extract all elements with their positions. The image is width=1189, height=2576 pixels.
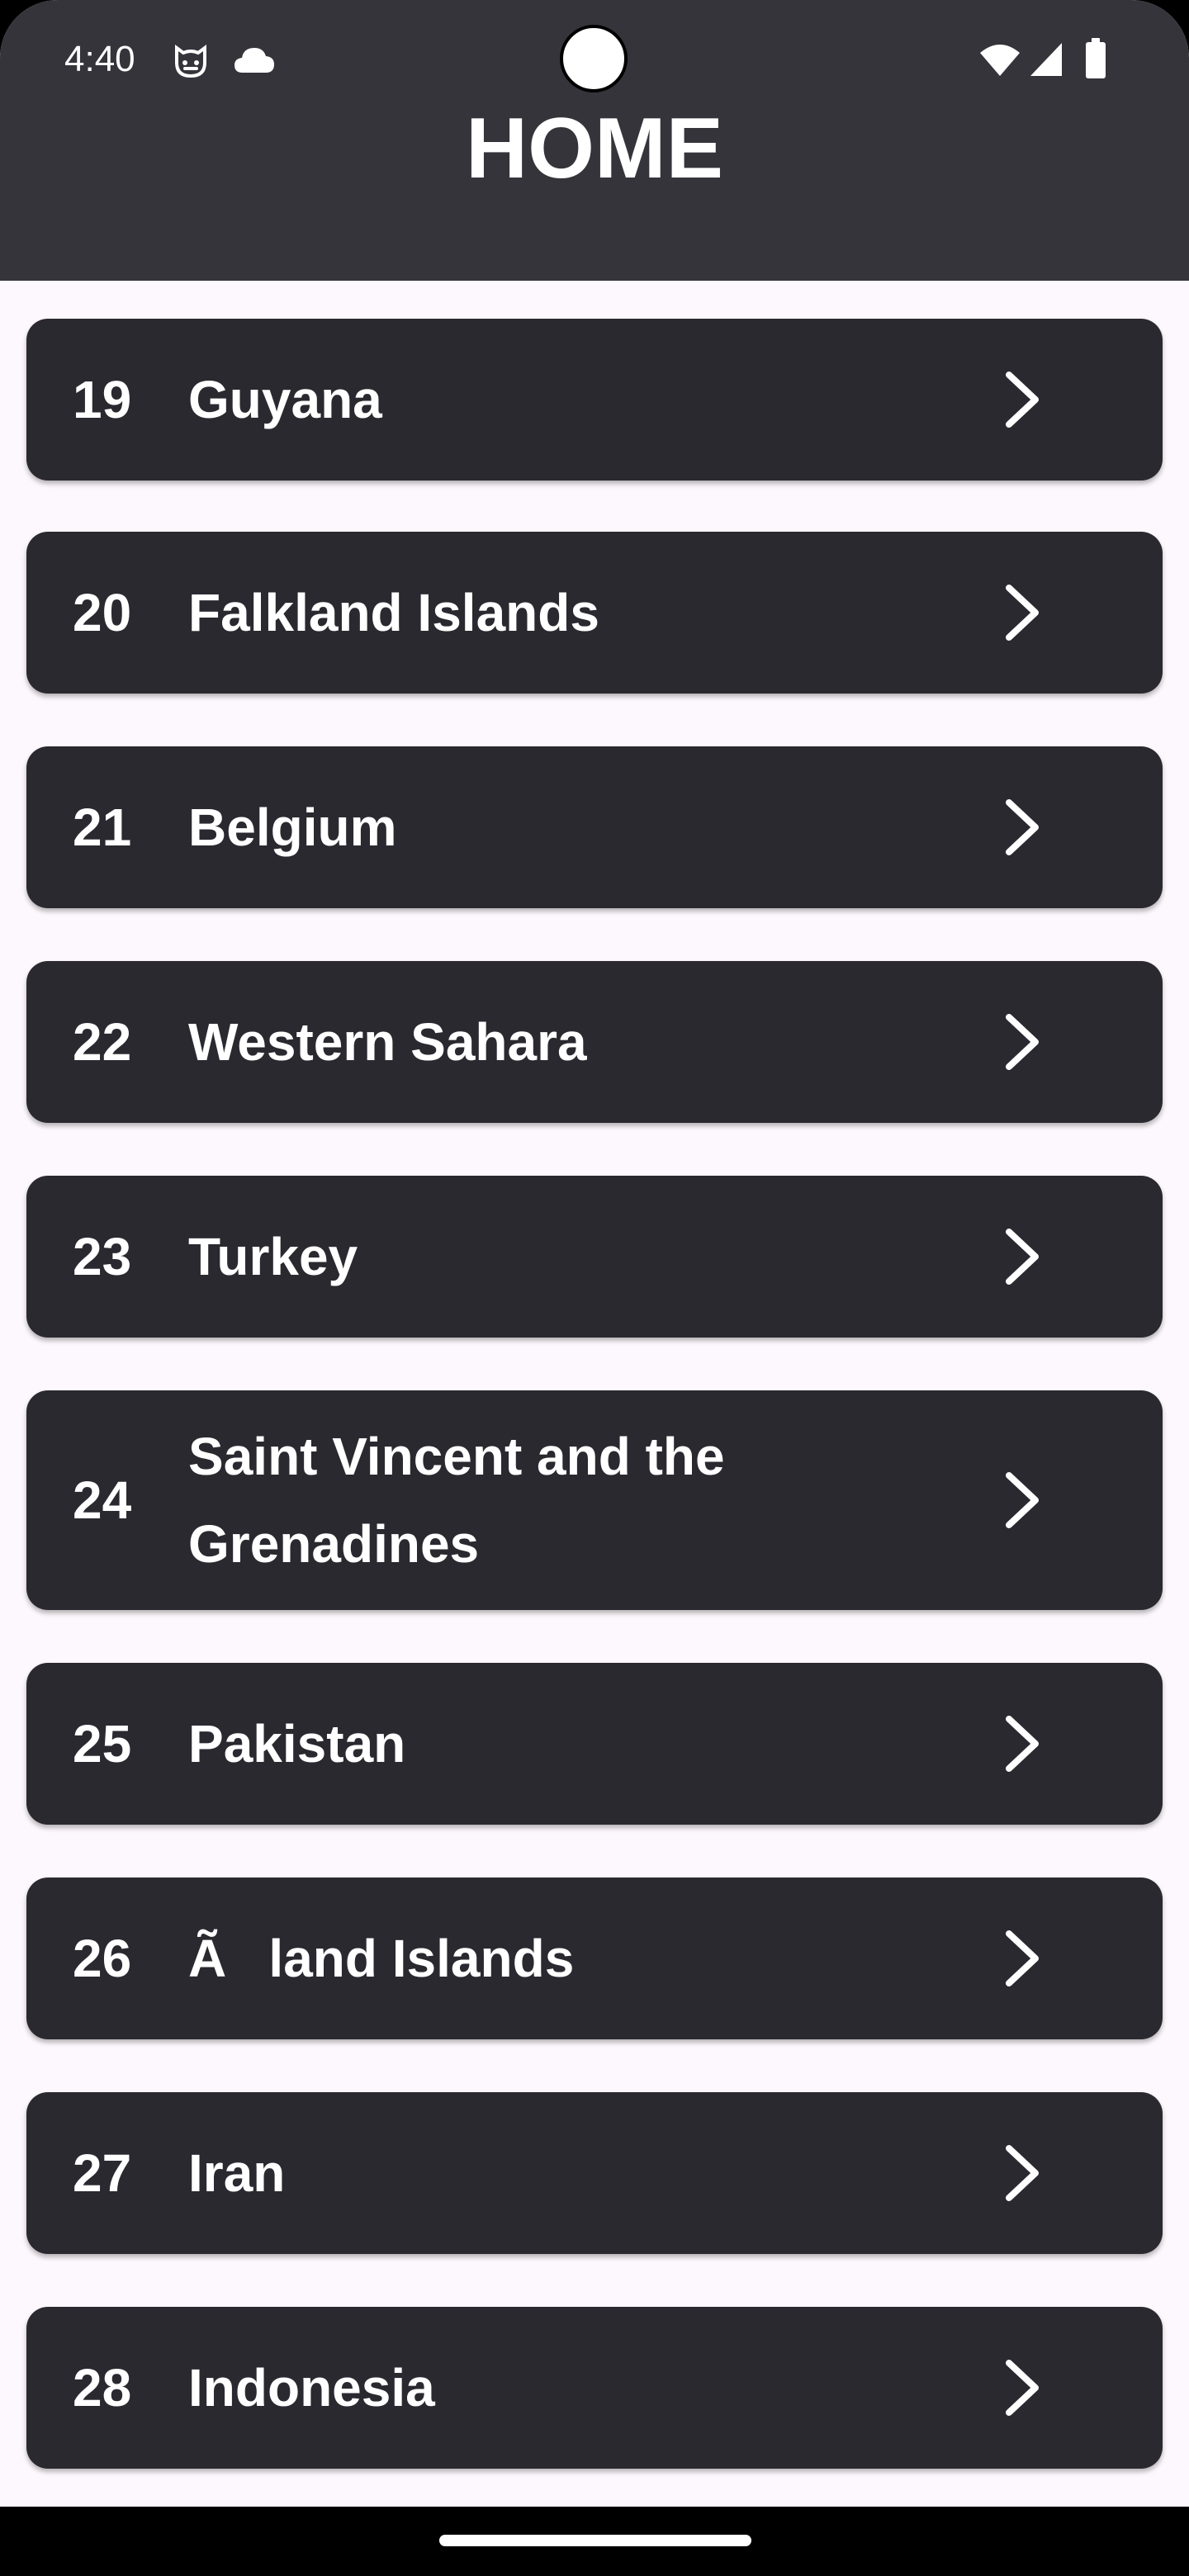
country-name: Saint Vincent and the Grenadines xyxy=(188,1427,725,1574)
chevron-right-icon xyxy=(1006,1930,1039,1986)
item-number: 21 xyxy=(73,798,132,857)
country-name: Falkland Islands xyxy=(188,583,599,642)
item-number: 27 xyxy=(73,2143,132,2203)
chevron-right-icon xyxy=(1006,799,1039,855)
cloud-icon xyxy=(234,48,274,73)
chevron-right-icon xyxy=(1006,585,1039,641)
battery-icon xyxy=(1086,38,1106,78)
chevron-right-icon xyxy=(1006,1229,1039,1285)
list-item[interactable]: 23 Turkey xyxy=(26,1176,1163,1338)
list-item[interactable]: 21 Belgium xyxy=(26,746,1163,908)
country-name: Ã land Islands xyxy=(188,1929,575,1988)
home-gesture-handle[interactable] xyxy=(439,2535,751,2546)
list-item[interactable]: 20 Falkland Islands xyxy=(26,532,1163,694)
chevron-right-icon xyxy=(1006,2145,1039,2201)
list-item[interactable]: 27 Iran xyxy=(26,2092,1163,2254)
chevron-right-icon xyxy=(1006,372,1039,428)
chevron-right-icon xyxy=(1006,1716,1039,1772)
item-number: 22 xyxy=(73,1012,132,1072)
chevron-right-icon xyxy=(1006,2360,1039,2416)
item-number: 23 xyxy=(73,1227,132,1286)
item-number: 25 xyxy=(73,1714,132,1773)
list-item[interactable]: 22 Western Sahara xyxy=(26,961,1163,1123)
item-number: 20 xyxy=(73,583,132,642)
country-name: Iran xyxy=(188,2143,286,2203)
system-navigation-bar xyxy=(0,2507,1189,2576)
item-number: 24 xyxy=(73,1470,132,1530)
screen: 4:40 HOME 19 Guyana 20 Falkland Islands … xyxy=(0,0,1189,2576)
item-number: 28 xyxy=(73,2358,132,2417)
list-item[interactable]: 25 Pakistan xyxy=(26,1663,1163,1825)
country-name: Belgium xyxy=(188,798,397,857)
chevron-right-icon xyxy=(1006,1472,1039,1528)
cat-face-icon xyxy=(175,45,206,78)
page-title: HOME xyxy=(466,101,723,197)
country-name: Guyana xyxy=(188,370,382,429)
list-item[interactable]: 19 Guyana xyxy=(26,319,1163,481)
country-name: Pakistan xyxy=(188,1714,406,1773)
status-time: 4:40 xyxy=(64,39,135,79)
list-item[interactable]: 26 Ã land Islands xyxy=(26,1878,1163,2039)
chevron-right-icon xyxy=(1006,1014,1039,1070)
item-number: 19 xyxy=(73,370,132,429)
front-camera xyxy=(560,25,628,92)
list-item[interactable]: 24 Saint Vincent and the Grenadines xyxy=(26,1390,1163,1610)
list-item[interactable]: 28 Indonesia xyxy=(26,2307,1163,2469)
item-number: 26 xyxy=(73,1929,132,1988)
country-name: Western Sahara xyxy=(188,1012,587,1072)
signal-icon xyxy=(1030,43,1062,76)
wifi-icon xyxy=(980,45,1020,76)
app-bar: 4:40 HOME xyxy=(0,0,1189,281)
country-name: Turkey xyxy=(188,1227,358,1286)
country-name: Indonesia xyxy=(188,2358,435,2417)
